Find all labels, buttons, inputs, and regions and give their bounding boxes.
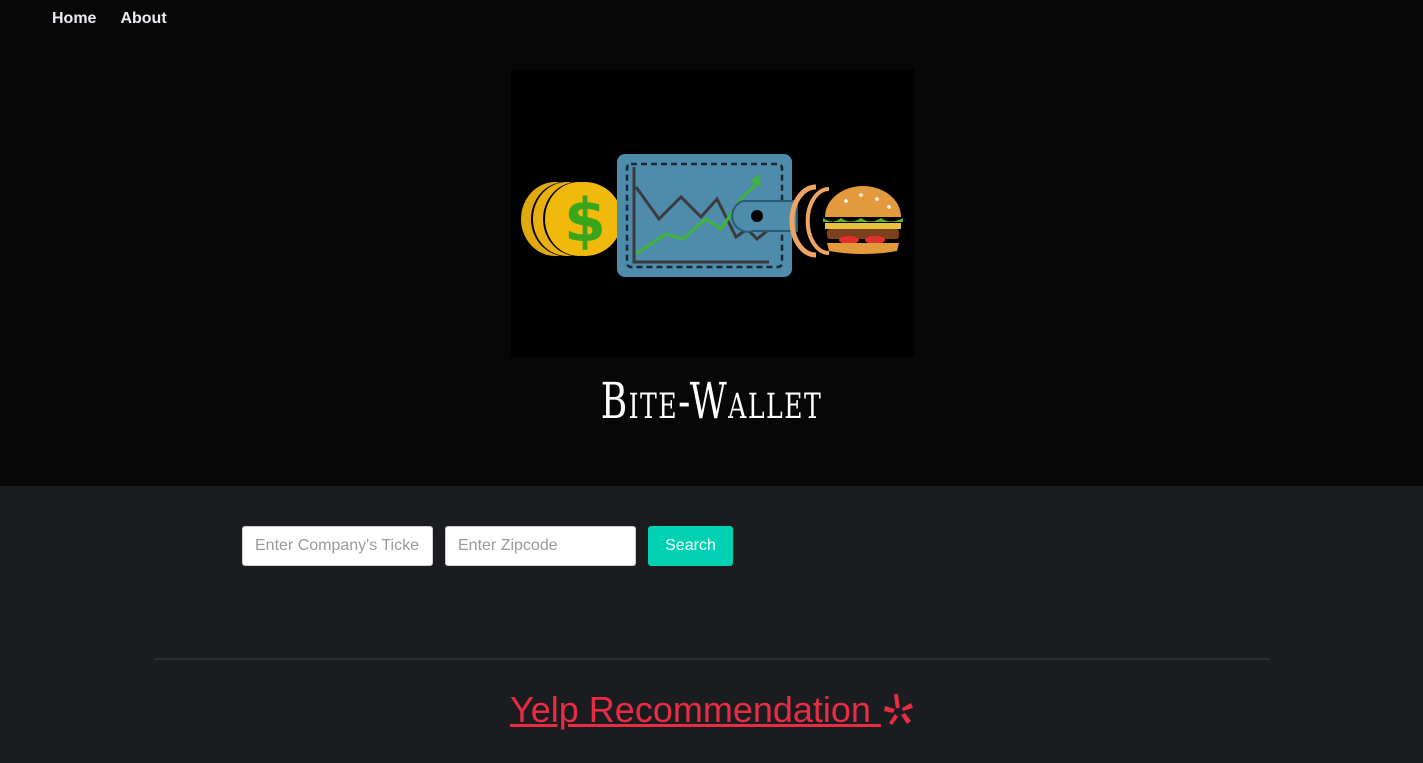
search-button[interactable]: Search [648, 526, 733, 566]
yelp-recommendation-title: Yelp Recommendation [510, 689, 881, 730]
nav-about-link[interactable]: About [120, 9, 166, 29]
yelp-section: Yelp Recommendation [0, 688, 1423, 736]
ticker-input[interactable] [242, 526, 433, 566]
svg-text:$: $ [564, 186, 606, 256]
divider [154, 658, 1270, 660]
search-form: Search [242, 526, 733, 566]
nav-home-link[interactable]: Home [52, 9, 96, 29]
top-nav: Home About [52, 9, 167, 29]
wallet-chart-icon [617, 154, 798, 277]
zipcode-input[interactable] [445, 526, 636, 566]
brand-title: Bite-Wallet [600, 372, 823, 430]
logo-illustration: $ [521, 154, 903, 277]
yelp-recommendation-link[interactable]: Yelp Recommendation [510, 689, 913, 730]
logo-image: $ [511, 69, 914, 357]
hero-header: Home About $ Bite-Wallet [0, 0, 1423, 486]
burger-icon [823, 186, 903, 254]
yelp-burst-icon [883, 692, 913, 736]
coin-dollar-icon: $ [521, 182, 622, 256]
